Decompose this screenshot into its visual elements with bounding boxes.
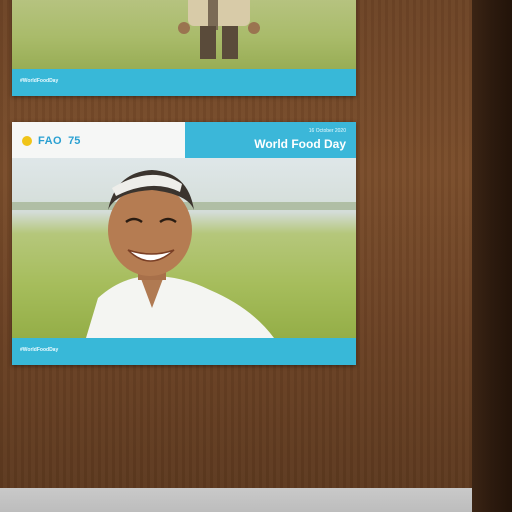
- poster-main: FAO 75 16 October 2020 World Food Day #W…: [12, 122, 356, 365]
- event-title: World Food Day: [254, 137, 346, 151]
- hashtag-label: #WorldFoodDay: [20, 78, 59, 84]
- farmer-figure-illustration: [178, 0, 260, 59]
- poster-top-footer: #WorldFoodDay: [12, 69, 356, 96]
- poster-main-footer: #WorldFoodDay: [12, 338, 356, 365]
- hashtag-label: #WorldFoodDay: [20, 347, 59, 353]
- farmer-photo: [12, 158, 356, 338]
- floor-strip: [0, 488, 472, 512]
- poster-top: #WorldFoodDay: [12, 0, 356, 96]
- logo-org: FAO: [38, 135, 63, 147]
- fao-logo: FAO 75: [22, 134, 80, 148]
- event-date: 16 October 2020: [308, 128, 346, 134]
- farmer-portrait-illustration: [12, 170, 356, 338]
- sun-icon: [22, 136, 32, 146]
- wall-edge: [472, 0, 512, 512]
- logo-anniversary: 75: [68, 135, 81, 147]
- title-band: 16 October 2020 World Food Day: [185, 122, 356, 158]
